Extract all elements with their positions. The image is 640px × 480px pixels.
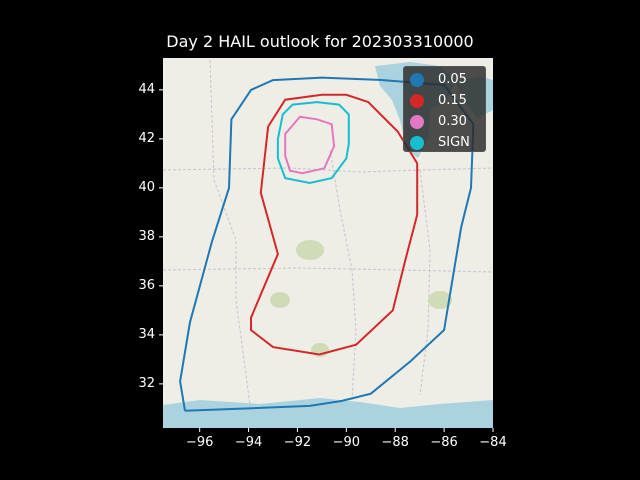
y-tick-label: 36 — [138, 277, 155, 293]
x-tick-label: −84 — [479, 435, 507, 450]
legend-item-sign: SIGN — [410, 132, 485, 153]
legend-label: SIGN — [438, 135, 470, 150]
x-tick-label: −92 — [283, 435, 312, 450]
y-tick-label: 34 — [138, 326, 155, 342]
x-tick-label: −96 — [185, 435, 214, 450]
legend-item-0.30: 0.30 — [410, 111, 485, 132]
map-figure — [159, 58, 494, 432]
legend-label: 0.30 — [438, 114, 467, 129]
legend-marker-0.05 — [410, 72, 424, 87]
legend-item-0.15: 0.15 — [410, 90, 485, 111]
x-tick-label: −86 — [430, 435, 458, 450]
legend-marker-sign — [410, 135, 424, 150]
x-tick-label: −90 — [332, 435, 361, 450]
y-tick-label: 40 — [138, 179, 155, 195]
x-tick-label: −88 — [381, 435, 409, 450]
y-tick-label: 44 — [138, 81, 155, 97]
x-tick-label: −94 — [234, 435, 263, 450]
legend-item-0.05: 0.05 — [410, 69, 485, 90]
legend-label: 0.15 — [438, 93, 467, 108]
legend-marker-0.15 — [410, 93, 424, 108]
y-tick-label: 38 — [138, 228, 155, 244]
forest-area — [296, 240, 324, 260]
legend-label: 0.05 — [438, 72, 467, 87]
forest-area — [270, 292, 290, 308]
y-tick-label: 42 — [138, 130, 155, 146]
legend-marker-0.30 — [410, 114, 424, 129]
legend: 0.05 0.15 0.30 SIGN — [403, 66, 486, 152]
y-tick-label: 32 — [138, 375, 155, 391]
